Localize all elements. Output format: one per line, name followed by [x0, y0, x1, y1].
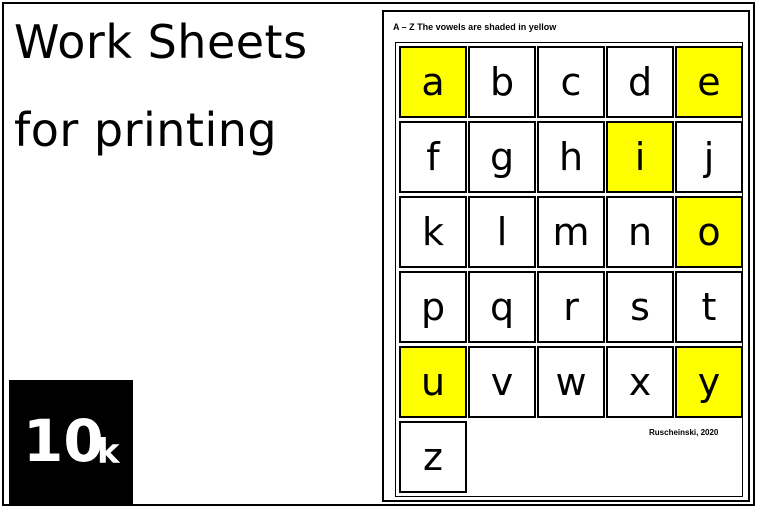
- letter-y: y: [697, 360, 721, 404]
- badge-unit: k: [97, 432, 120, 472]
- letter-w: w: [555, 360, 587, 404]
- letter-cell-r: r: [537, 271, 605, 343]
- worksheet-preview[interactable]: A – Z The vowels are shaded in yellow ab…: [382, 10, 750, 502]
- letter-cell-w: w: [537, 346, 605, 418]
- letter-d: d: [627, 60, 653, 104]
- letter-cell-l: l: [468, 196, 536, 268]
- worksheet-credit: Ruscheinski, 2020: [649, 428, 719, 437]
- letter-cell-i: i: [606, 121, 674, 193]
- letter-n: n: [627, 210, 653, 254]
- letter-cell-f: f: [399, 121, 467, 193]
- page-title-line-2: for printing: [14, 103, 278, 157]
- letter-cell-t: t: [675, 271, 743, 343]
- letter-t: t: [701, 285, 717, 329]
- letter-b: b: [489, 60, 515, 104]
- letter-cell-o: o: [675, 196, 743, 268]
- badge-number: 10: [23, 407, 104, 475]
- letter-cell-c: c: [537, 46, 605, 118]
- letter-cell-h: h: [537, 121, 605, 193]
- letter-f: f: [426, 135, 440, 179]
- letter-cell-b: b: [468, 46, 536, 118]
- letter-a: a: [421, 60, 445, 104]
- letter-r: r: [563, 285, 579, 329]
- letter-v: v: [490, 360, 514, 404]
- letter-cell-u: u: [399, 346, 467, 418]
- letter-cell-a: a: [399, 46, 467, 118]
- letter-s: s: [630, 285, 650, 329]
- letter-cell-e: e: [675, 46, 743, 118]
- letter-k: k: [421, 210, 444, 254]
- letter-cell-s: s: [606, 271, 674, 343]
- letter-c: c: [560, 60, 582, 104]
- letter-m: m: [552, 210, 590, 254]
- letter-cell-v: v: [468, 346, 536, 418]
- letter-h: h: [558, 135, 584, 179]
- letter-p: p: [420, 285, 446, 329]
- letter-u: u: [420, 360, 446, 404]
- letter-cell-y: y: [675, 346, 743, 418]
- letter-cell-g: g: [468, 121, 536, 193]
- letter-o: o: [697, 210, 721, 254]
- letter-q: q: [489, 285, 515, 329]
- worksheet-title: A – Z The vowels are shaded in yellow: [393, 22, 557, 32]
- letter-g: g: [489, 135, 515, 179]
- letter-cell-x: x: [606, 346, 674, 418]
- letter-l: l: [496, 210, 508, 254]
- page-title-line-1: Work Sheets: [14, 15, 308, 69]
- letter-cell-k: k: [399, 196, 467, 268]
- letter-cell-z: z: [399, 421, 467, 493]
- count-badge: 10 k: [9, 380, 133, 504]
- letter-z: z: [423, 435, 443, 479]
- letter-e: e: [697, 60, 721, 104]
- letter-cell-p: p: [399, 271, 467, 343]
- letter-cell-j: j: [675, 121, 743, 193]
- letter-j: j: [703, 135, 715, 179]
- letter-cell-n: n: [606, 196, 674, 268]
- letter-cell-q: q: [468, 271, 536, 343]
- letter-i: i: [634, 135, 646, 179]
- letter-cell-m: m: [537, 196, 605, 268]
- letter-x: x: [628, 360, 652, 404]
- letter-cell-d: d: [606, 46, 674, 118]
